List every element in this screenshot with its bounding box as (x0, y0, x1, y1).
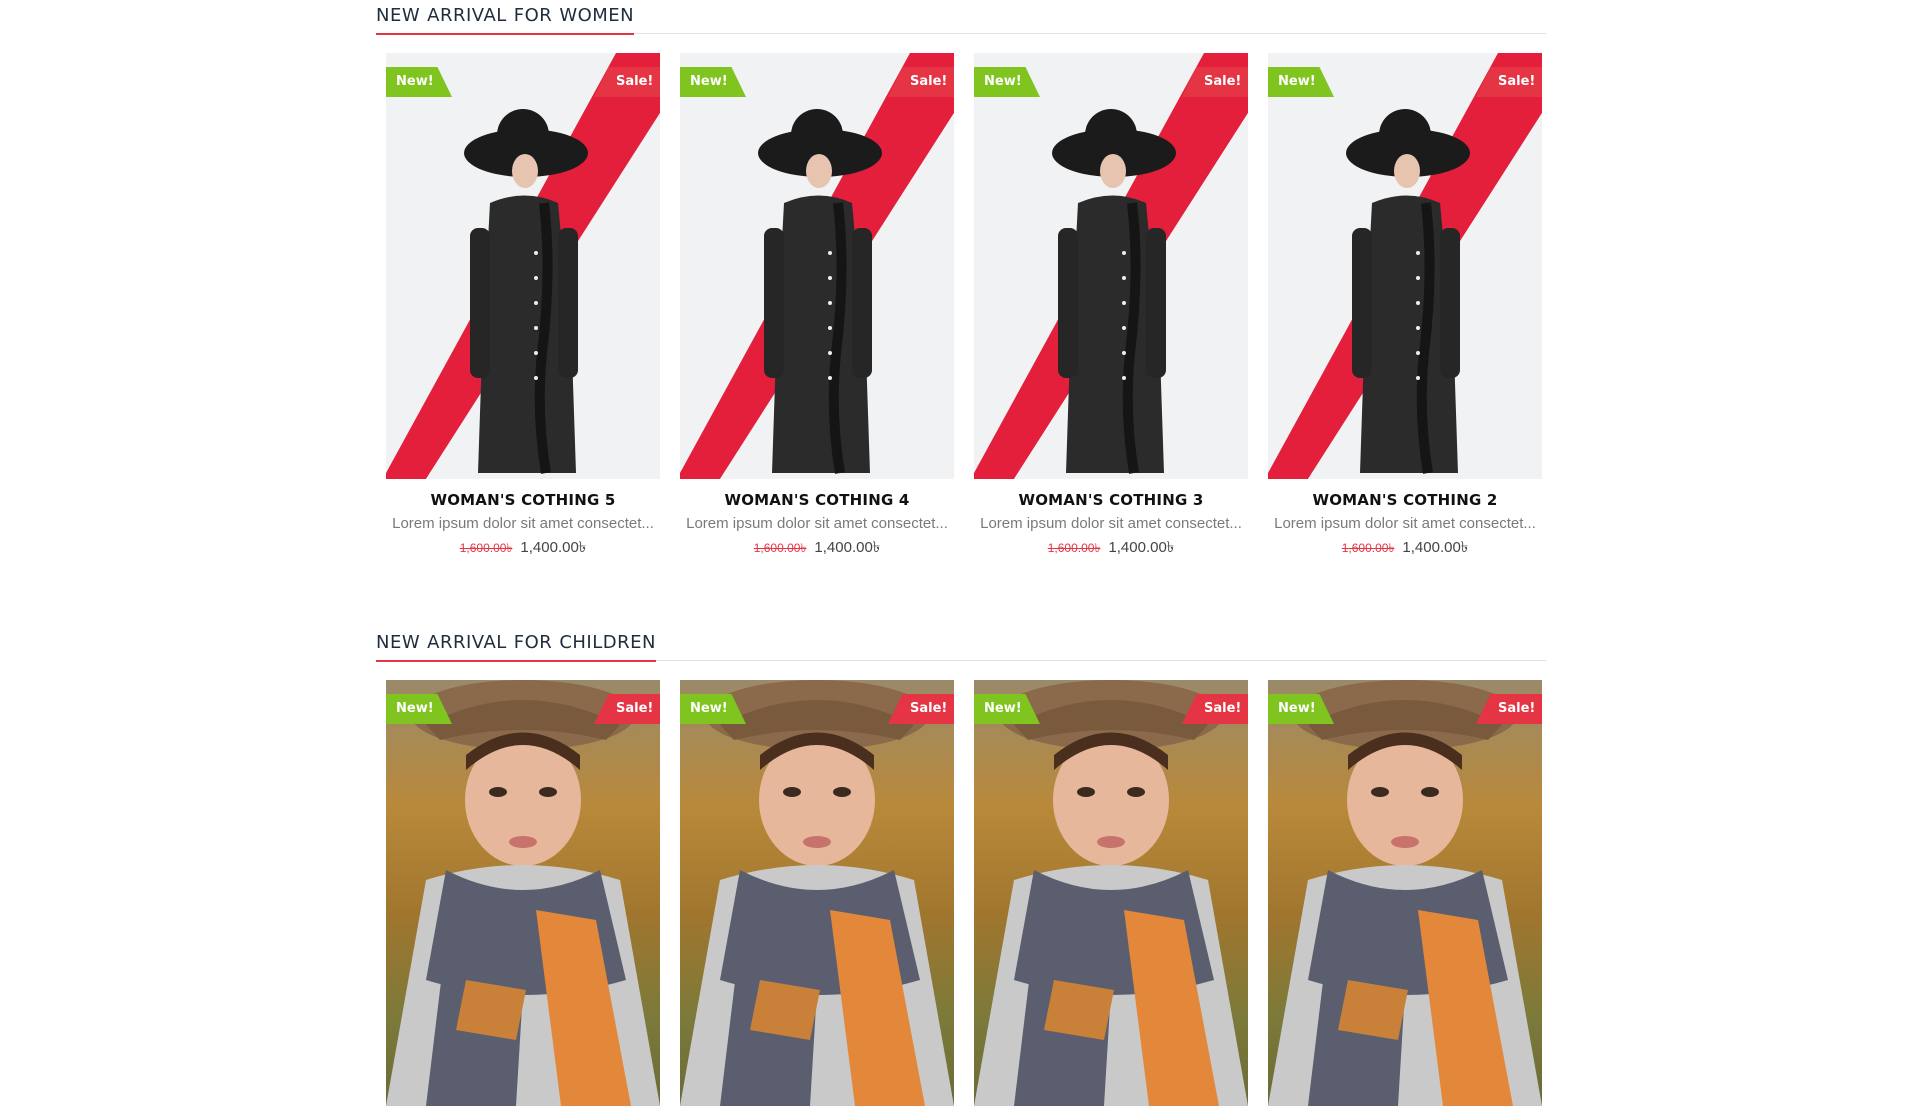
product-card[interactable]: New! Sale! (680, 680, 954, 1106)
section-title-women: NEW ARRIVAL FOR WOMEN (376, 5, 635, 35)
old-price: 1,600.00৳ (1047, 541, 1101, 555)
product-grid-children: New! Sale! New! Sale! New! Sale! New! Sa… (386, 680, 1542, 1106)
product-title[interactable]: WOMAN'S COTHING 2 (1268, 489, 1542, 511)
product-price: 1,600.00৳ 1,400.00৳ (680, 537, 954, 559)
product-card[interactable]: New! Sale! (1268, 680, 1542, 1106)
product-description: Lorem ipsum dolor sit amet consectet... (980, 515, 1242, 532)
product-image[interactable]: New! Sale! (386, 680, 660, 1106)
product-description: Lorem ipsum dolor sit amet consectet... (1274, 515, 1536, 532)
product-card[interactable]: New! Sale! WOMAN'S COTHING 3 Lorem ipsum… (974, 53, 1248, 559)
product-image[interactable]: New! Sale! (1268, 53, 1542, 479)
section-women: NEW ARRIVAL FOR WOMEN (376, 0, 1546, 35)
product-grid-women: New! Sale! WOMAN'S COTHING 5 Lorem ipsum… (386, 53, 1542, 559)
product-image[interactable]: New! Sale! (974, 53, 1248, 479)
boy-scarf-photo (1268, 680, 1542, 1106)
old-price: 1,600.00৳ (1341, 541, 1395, 555)
product-price: 1,600.00৳ 1,400.00৳ (386, 537, 660, 559)
product-description: Lorem ipsum dolor sit amet consectet... (392, 515, 654, 532)
product-title[interactable]: WOMAN'S COTHING 3 (974, 489, 1248, 511)
current-price: 1,400.00৳ (814, 539, 881, 556)
section-children: NEW ARRIVAL FOR CHILDREN (376, 627, 1546, 662)
section-title-children: NEW ARRIVAL FOR CHILDREN (376, 632, 656, 662)
product-image[interactable]: New! Sale! (386, 53, 660, 479)
woman-coat-photo (680, 53, 954, 479)
product-description: Lorem ipsum dolor sit amet consectet... (686, 515, 948, 532)
old-price: 1,600.00৳ (753, 541, 807, 555)
woman-coat-photo (974, 53, 1248, 479)
product-card[interactable]: New! Sale! WOMAN'S COTHING 2 Lorem ipsum… (1268, 53, 1542, 559)
current-price: 1,400.00৳ (1402, 539, 1469, 556)
current-price: 1,400.00৳ (520, 539, 587, 556)
current-price: 1,400.00৳ (1108, 539, 1175, 556)
woman-coat-photo (386, 53, 660, 479)
product-card[interactable]: New! Sale! (386, 680, 660, 1106)
product-card[interactable]: New! Sale! WOMAN'S COTHING 4 Lorem ipsum… (680, 53, 954, 559)
product-image[interactable]: New! Sale! (680, 680, 954, 1106)
product-title[interactable]: WOMAN'S COTHING 5 (386, 489, 660, 511)
product-image[interactable]: New! Sale! (680, 53, 954, 479)
section-heading-women: NEW ARRIVAL FOR WOMEN (376, 0, 1546, 35)
boy-scarf-photo (680, 680, 954, 1106)
old-price: 1,600.00৳ (459, 541, 513, 555)
boy-scarf-photo (974, 680, 1248, 1106)
boy-scarf-photo (386, 680, 660, 1106)
product-card[interactable]: New! Sale! WOMAN'S COTHING 5 Lorem ipsum… (386, 53, 660, 559)
product-price: 1,600.00৳ 1,400.00৳ (974, 537, 1248, 559)
section-heading-children: NEW ARRIVAL FOR CHILDREN (376, 627, 1546, 662)
product-image[interactable]: New! Sale! (974, 680, 1248, 1106)
product-image[interactable]: New! Sale! (1268, 680, 1542, 1106)
product-card[interactable]: New! Sale! (974, 680, 1248, 1106)
woman-coat-photo (1268, 53, 1542, 479)
product-price: 1,600.00৳ 1,400.00৳ (1268, 537, 1542, 559)
product-title[interactable]: WOMAN'S COTHING 4 (680, 489, 954, 511)
